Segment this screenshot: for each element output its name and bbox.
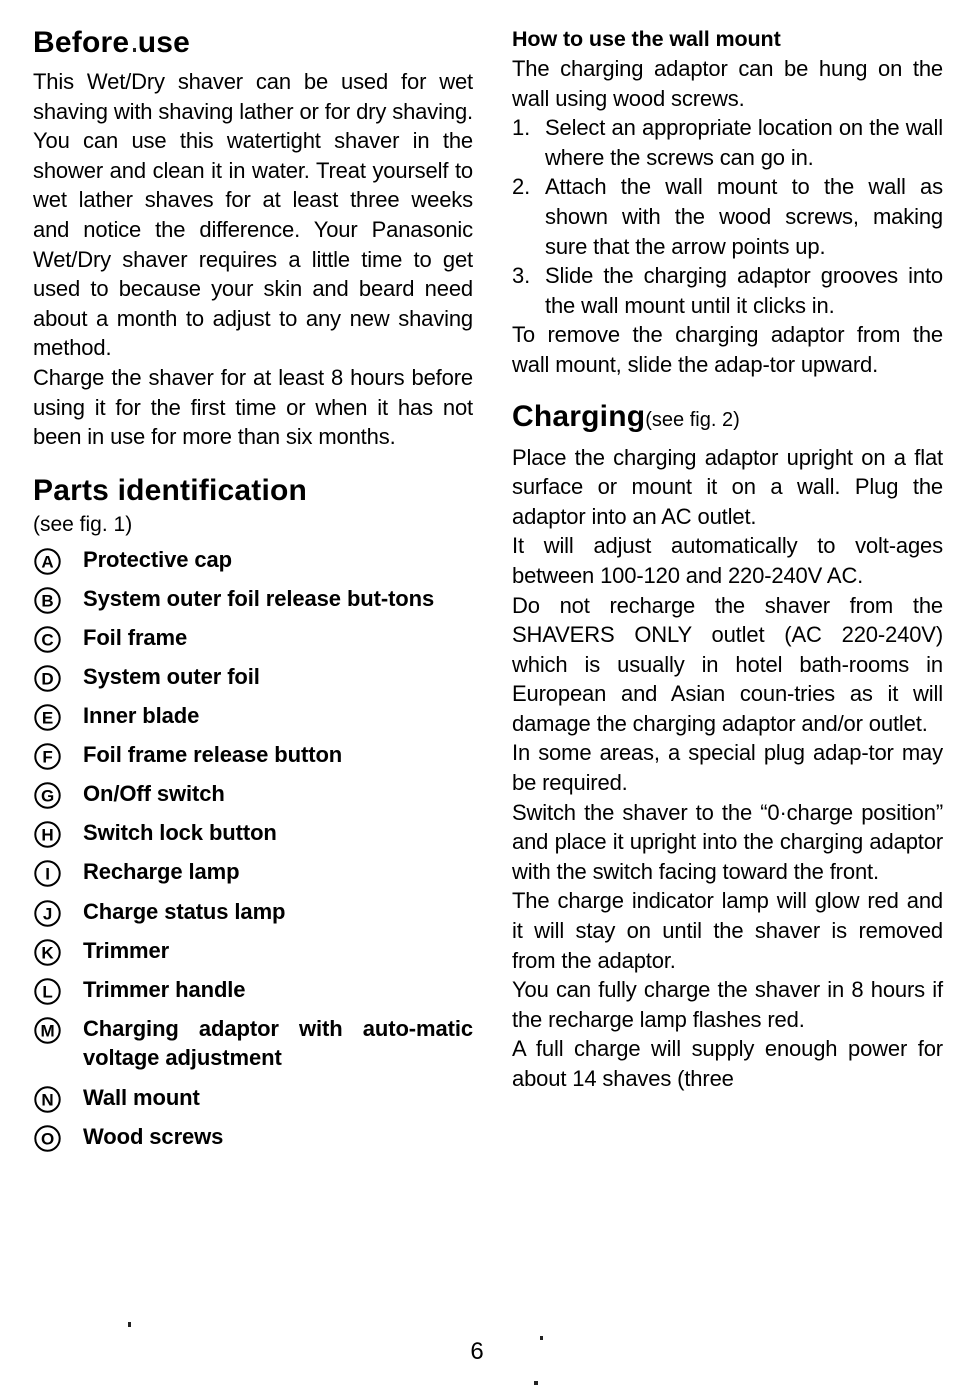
scan-speckle — [128, 1322, 131, 1327]
charging-paragraph-2: It will adjust automatically to volt-age… — [512, 533, 943, 588]
scan-speckle — [534, 1381, 538, 1385]
list-item-number: 3. — [512, 263, 531, 289]
svg-text:O: O — [41, 1129, 54, 1148]
circled-letter-o-icon: O — [33, 1124, 62, 1153]
list-item: J Charge status lamp — [33, 897, 473, 927]
list-item: K Trimmer — [33, 936, 473, 966]
svg-text:F: F — [42, 748, 52, 767]
list-item-number: 2. — [512, 174, 531, 200]
circled-letter-l-icon: L — [33, 977, 62, 1006]
list-item: A Protective cap — [33, 545, 473, 575]
list-item-label: Protective cap — [83, 546, 233, 572]
svg-text:G: G — [41, 787, 54, 806]
list-item: E Inner blade — [33, 701, 473, 731]
list-item-label: Charging adaptor with auto-matic voltage… — [83, 1015, 473, 1071]
wall-mount-outro-paragraph: To remove the charging adaptor from the … — [512, 322, 943, 377]
circled-letter-n-icon: N — [33, 1085, 62, 1114]
charging-paragraph-6: The charge indicator lamp will glow red … — [512, 888, 943, 973]
svg-text:B: B — [41, 591, 53, 610]
before-use-paragraph-1: This Wet/Dry shaver can be used for wet … — [33, 69, 473, 361]
left-column: Before use This Wet/Dry shaver can be us… — [33, 26, 473, 1161]
svg-text:I: I — [45, 865, 50, 884]
list-item-label: Inner blade — [83, 703, 200, 729]
circled-letter-a-icon: A — [33, 547, 62, 576]
list-item: F Foil frame release button — [33, 740, 473, 770]
wall-mount-steps-list: 1. Select an appropriate location on the… — [512, 113, 943, 320]
list-item-label: Trimmer — [83, 937, 170, 963]
circled-letter-j-icon: J — [33, 899, 62, 928]
list-item-label: Trimmer handle — [83, 976, 246, 1002]
charging-figure-note: (see fig. 2) — [645, 408, 740, 431]
list-item: D System outer foil — [33, 662, 473, 692]
list-item: H Switch lock button — [33, 818, 473, 849]
circled-letter-f-icon: F — [33, 742, 62, 771]
circled-letter-g-icon: G — [33, 781, 62, 810]
list-item: I Recharge lamp — [33, 857, 473, 888]
circled-letter-i-icon: I — [33, 859, 62, 888]
list-item: M Charging adaptor with auto-matic volta… — [33, 1014, 473, 1073]
list-item: 2. Attach the wall mount to the wall as … — [512, 172, 943, 261]
charging-paragraph-5: Switch the shaver to the “0·charge posit… — [512, 799, 943, 884]
manual-page: Before use This Wet/Dry shaver can be us… — [0, 0, 954, 1398]
charging-paragraph-3: Do not recharge the shaver from the SHAV… — [512, 592, 943, 736]
list-item-label: Recharge lamp — [83, 859, 240, 885]
list-item-label: Switch lock button — [83, 820, 277, 846]
svg-text:L: L — [42, 982, 52, 1001]
list-item-label: Attach the wall mount to the wall as sho… — [545, 174, 943, 259]
right-column: How to use the wall mount The charging a… — [512, 26, 943, 1094]
list-item: O Wood screws — [33, 1122, 473, 1152]
list-item-label: Slide the charging adaptor grooves into … — [545, 263, 943, 318]
circled-letter-b-icon: B — [33, 586, 62, 615]
charging-paragraph-1: Place the charging adaptor upright on a … — [512, 444, 943, 529]
list-item: 3. Slide the charging adaptor grooves in… — [512, 261, 943, 320]
list-item: C Foil frame — [33, 623, 473, 653]
svg-text:M: M — [40, 1021, 54, 1040]
svg-text:C: C — [41, 630, 53, 649]
list-item-label: Foil frame — [83, 624, 188, 650]
charging-paragraph-8: A full charge will supply enough power f… — [512, 1036, 943, 1091]
svg-text:A: A — [41, 552, 53, 571]
svg-text:N: N — [41, 1090, 53, 1109]
list-item: L Trimmer handle — [33, 975, 473, 1005]
wall-mount-intro-paragraph: The charging adaptor can be hung on the … — [512, 56, 943, 111]
heading-charging: Charging(see fig. 2) — [512, 400, 943, 437]
parts-identification-list: A Protective cap B System outer foil rel… — [33, 545, 473, 1152]
parts-figure-note: (see fig. 1) — [33, 512, 133, 536]
list-item-label: Wall mount — [83, 1084, 200, 1110]
list-item-label: System outer foil — [83, 664, 260, 689]
list-item: N Wall mount — [33, 1083, 473, 1113]
page-number: 6 — [470, 1338, 484, 1365]
charging-paragraph-4: In some areas, a special plug adap-tor m… — [512, 740, 943, 796]
heading-parts-identification: Parts identification — [33, 473, 308, 507]
circled-letter-c-icon: C — [33, 625, 62, 654]
svg-text:D: D — [41, 670, 53, 689]
scan-speckle — [133, 48, 136, 52]
list-item-label: Select an appropriate location on the wa… — [545, 115, 943, 170]
circled-letter-d-icon: D — [33, 664, 62, 693]
svg-text:K: K — [41, 943, 54, 962]
list-item: 1. Select an appropriate location on the… — [512, 113, 943, 172]
list-item: G On/Off switch — [33, 779, 473, 809]
list-item-number: 1. — [512, 115, 531, 141]
svg-text:H: H — [41, 826, 53, 845]
svg-text:J: J — [43, 904, 52, 923]
circled-letter-h-icon: H — [33, 820, 62, 849]
list-item-label: Charge status lamp — [83, 898, 286, 924]
list-item-label: Foil frame release button — [83, 742, 343, 768]
list-item: B System outer foil release but-tons — [33, 584, 473, 614]
heading-before-use: Before use — [33, 26, 191, 59]
list-item-label: On/Off switch — [83, 781, 225, 807]
circled-letter-k-icon: K — [33, 938, 62, 967]
before-use-paragraph-2: Charge the shaver for at least 8 hours b… — [33, 364, 473, 450]
circled-letter-e-icon: E — [33, 703, 62, 732]
circled-letter-m-icon: M — [33, 1016, 62, 1045]
scan-speckle — [540, 1336, 543, 1340]
list-item-label: Wood screws — [83, 1123, 224, 1149]
charging-paragraph-7: You can fully charge the shaver in 8 hou… — [512, 977, 943, 1032]
heading-how-to-use-wall-mount: How to use the wall mount — [512, 27, 781, 51]
heading-charging-text: Charging — [512, 399, 646, 433]
svg-text:E: E — [42, 709, 53, 728]
list-item-label: System outer foil release but-tons — [83, 585, 435, 611]
